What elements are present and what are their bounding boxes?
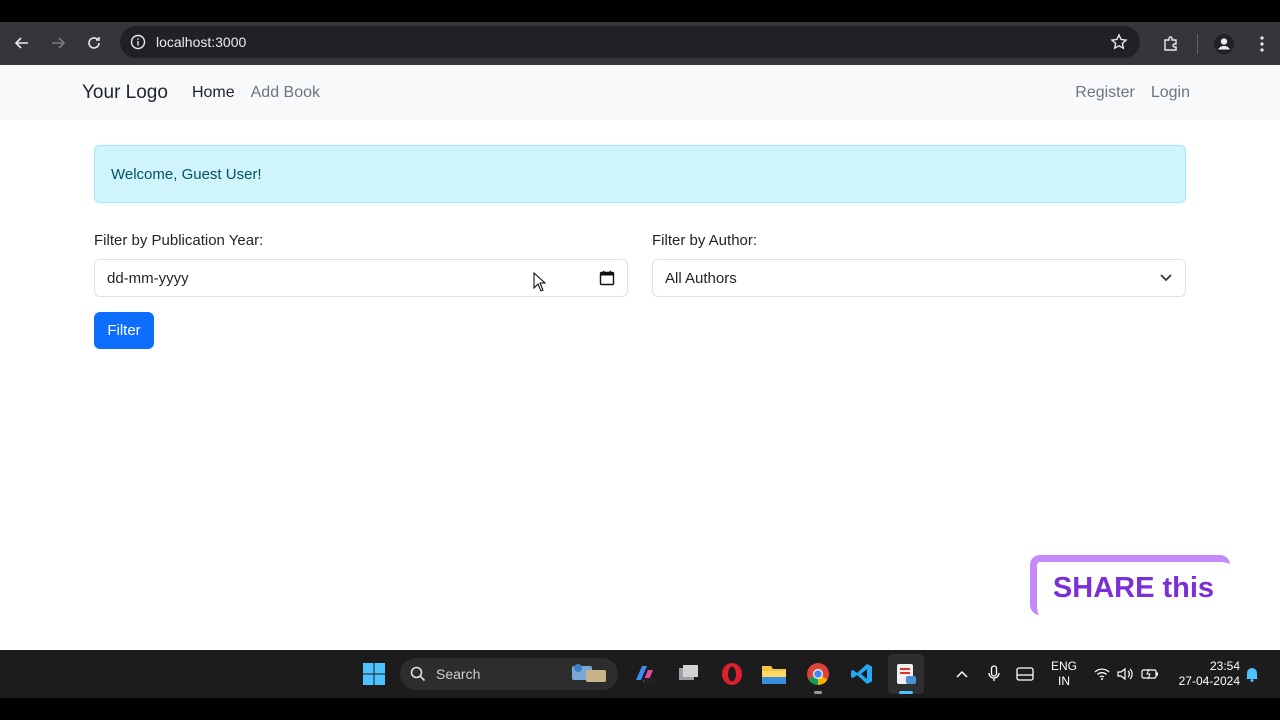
filter-button[interactable]: Filter [94, 312, 154, 349]
tray-device-icon[interactable] [1014, 650, 1036, 698]
author-select[interactable]: All Authors [652, 259, 1186, 297]
share-text: SHARE this [1052, 572, 1215, 604]
year-filter-label: Filter by Publication Year: [94, 232, 264, 249]
nav-home[interactable]: Home [192, 84, 235, 102]
extensions-button[interactable] [1151, 26, 1191, 62]
language-region: IN [1057, 674, 1070, 688]
notification-bell-icon[interactable] [1242, 650, 1262, 698]
address-bar[interactable]: localhost:3000 [120, 26, 1140, 58]
taskbar-search[interactable]: Search [400, 658, 618, 690]
bottom-letterbox [0, 698, 1280, 720]
file-explorer-icon[interactable] [760, 650, 788, 698]
nav-login[interactable]: Login [1151, 84, 1190, 102]
search-icon [410, 666, 426, 682]
bookmark-star-icon[interactable] [1110, 33, 1128, 56]
active-app-icon[interactable] [888, 654, 924, 694]
author-filter-label: Filter by Author: [652, 232, 758, 249]
site-navbar: Your Logo Home Add Book Register Login [0, 65, 1280, 120]
volume-icon[interactable] [1116, 650, 1134, 698]
author-selected-value: All Authors [665, 269, 737, 287]
info-icon [130, 34, 146, 50]
brand-logo[interactable]: Your Logo [82, 82, 168, 104]
windows-logo-icon [363, 663, 385, 685]
share-overlay[interactable]: SHARE this [1030, 555, 1230, 615]
copilot-icon[interactable] [630, 650, 658, 698]
start-button[interactable] [358, 650, 390, 698]
nav-register[interactable]: Register [1075, 84, 1135, 102]
back-button[interactable] [4, 25, 40, 61]
windows-taskbar: Search ENG IN 23:54 27-04-2024 [0, 650, 1280, 698]
chrome-running-indicator [814, 691, 822, 694]
language-code: ENG [1050, 659, 1077, 673]
mouse-cursor-icon [533, 271, 547, 297]
clock[interactable]: 23:54 27-04-2024 [1170, 650, 1240, 698]
battery-icon[interactable] [1140, 650, 1160, 698]
top-letterbox [0, 0, 1280, 22]
profile-button[interactable] [1204, 26, 1244, 62]
profile-icon [1214, 33, 1234, 54]
calendar-icon[interactable] [599, 270, 615, 290]
web-page: Your Logo Home Add Book Register Login W… [0, 65, 1280, 650]
chrome-icon[interactable] [804, 650, 832, 698]
reload-icon [88, 37, 100, 49]
toolbar-separator [1197, 33, 1198, 54]
kebab-menu-icon [1260, 35, 1264, 52]
search-label: Search [436, 666, 481, 682]
forward-button[interactable] [40, 25, 76, 61]
puzzle-icon [1164, 35, 1177, 51]
vscode-icon[interactable] [848, 650, 876, 698]
menu-button[interactable] [1244, 26, 1280, 62]
arrow-left-icon [14, 37, 28, 49]
chevron-down-icon [1159, 270, 1173, 288]
active-app-indicator [899, 691, 913, 694]
toolbar-right [1151, 22, 1280, 65]
wifi-icon[interactable] [1092, 650, 1112, 698]
clock-date: 27-04-2024 [1178, 674, 1240, 688]
arrow-right-icon [52, 37, 66, 49]
year-date-placeholder: dd-mm-yyyy [107, 269, 189, 287]
tray-overflow-chevron-up-icon[interactable] [952, 650, 972, 698]
opera-icon[interactable] [718, 650, 746, 698]
year-date-input[interactable]: dd-mm-yyyy [94, 259, 628, 297]
microphone-icon[interactable] [984, 650, 1004, 698]
language-indicator[interactable]: ENG IN [1046, 650, 1082, 698]
url-text: localhost:3000 [156, 34, 247, 50]
reload-button[interactable] [76, 25, 112, 61]
browser-toolbar: localhost:3000 [0, 22, 1280, 65]
clock-time: 23:54 [1209, 659, 1240, 673]
welcome-alert: Welcome, Guest User! [94, 145, 1186, 203]
task-view-icon[interactable] [674, 650, 702, 698]
nav-add-book[interactable]: Add Book [251, 84, 320, 102]
navbar-right: Register Login [1059, 65, 1190, 120]
search-highlight-icon [568, 662, 610, 691]
